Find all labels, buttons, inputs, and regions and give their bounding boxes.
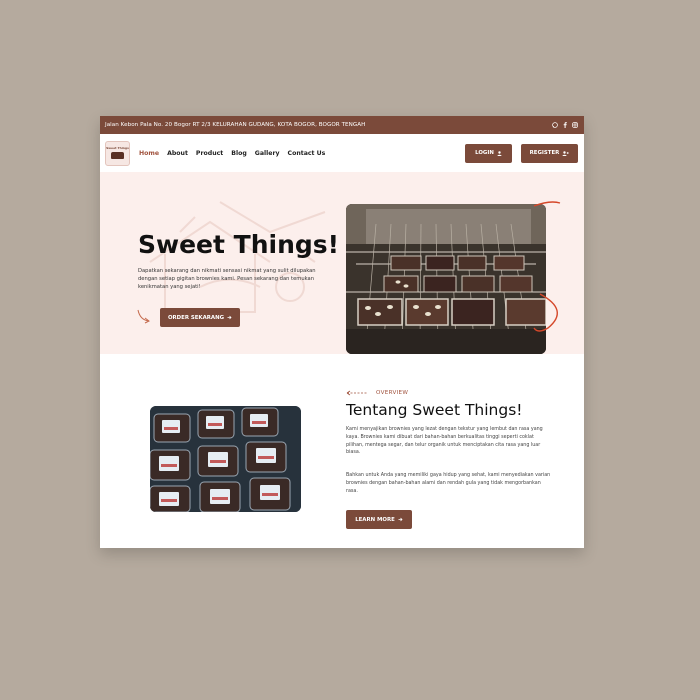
nav-item-blog[interactable]: Blog [231,150,247,157]
about-brownies-photo [150,406,301,512]
hero-section: Sweet Things! Dapatkan sekarang dan nikm… [100,172,584,354]
facebook-icon[interactable] [562,122,568,128]
main-navbar: Sweet Things Home About Product Blog Gal… [100,134,584,172]
about-paragraph-1: Kami menyajikan brownies yang lezat deng… [346,427,543,456]
nav-item-product[interactable]: Product [196,150,223,157]
register-button[interactable]: REGISTER [521,143,578,163]
instagram-icon[interactable] [572,122,578,128]
social-links [552,122,578,128]
overview-label: OVERVIEW [376,390,409,396]
top-bar: Jalan Kebon Pala No. 20 Bogor RT 2/3 KEL… [100,116,584,134]
overview-eyebrow: OVERVIEW [346,390,408,396]
user-icon [497,150,502,156]
order-now-label: ORDER SEKARANG [167,314,225,321]
about-section: OVERVIEW Tentang Sweet Things! Kami meny… [100,354,584,548]
hero-description: Dapatkan sekarang dan nikmati sensasi ni… [138,268,316,290]
login-label: LOGIN [475,150,494,156]
address-text: Jalan Kebon Pala No. 20 Bogor RT 2/3 KEL… [105,122,366,128]
nav-item-home[interactable]: Home [139,150,159,157]
about-title: Tentang Sweet Things! [346,401,523,419]
brownies-oven-image [346,204,546,354]
learn-more-button[interactable]: LEARN MORE [346,510,412,529]
learn-more-label: LEARN MORE [355,516,395,523]
dashed-arrow-icon [346,390,368,396]
arrow-right-icon [227,315,232,320]
brownie-boxes-image [150,406,301,512]
nav-item-gallery[interactable]: Gallery [255,150,280,157]
register-label: REGISTER [529,150,560,156]
nav-item-contact[interactable]: Contact Us [288,150,326,157]
about-paragraph-2: Bahkan untuk Anda yang memiliki gaya hid… [346,473,551,494]
auth-buttons: LOGIN REGISTER [465,143,578,163]
whatsapp-icon[interactable] [552,122,558,128]
brand-logo[interactable]: Sweet Things [105,140,130,166]
nav-item-about[interactable]: About [167,150,188,157]
login-button[interactable]: LOGIN [465,143,512,163]
logo-text: Sweet Things [106,146,129,150]
hero-title: Sweet Things! [138,230,340,259]
nav-menu: Home About Product Blog Gallery Contact … [139,150,325,157]
logo-cake-image [111,152,124,159]
curved-arrow-icon [137,309,150,324]
decorative-swoosh-icon [533,201,561,332]
user-plus-icon [562,150,570,156]
arrow-right-icon [398,517,403,522]
hero-oven-photo [346,204,546,354]
order-now-button[interactable]: ORDER SEKARANG [160,308,240,327]
website-frame: Jalan Kebon Pala No. 20 Bogor RT 2/3 KEL… [100,116,584,548]
